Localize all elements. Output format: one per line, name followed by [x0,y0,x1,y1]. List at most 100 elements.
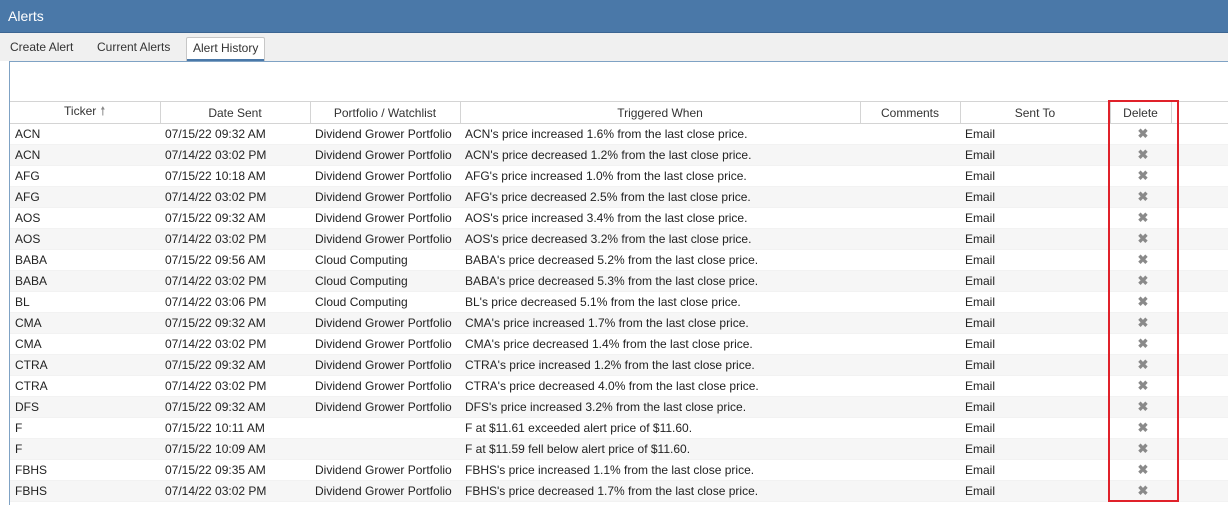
column-header-ticker[interactable]: Ticker 🠕 [10,101,161,124]
sent-to-cell: Email [960,207,1110,229]
close-icon[interactable]: ✖ [1138,441,1149,456]
delete-cell: ✖ [1110,312,1171,334]
table-row[interactable]: FBHS 07/14/22 03:02 PM Dividend Grower Por… [10,480,1228,502]
close-icon[interactable]: ✖ [1138,231,1149,246]
sent-to-cell: Email [960,165,1110,187]
ticker-cell: BABA [10,249,160,271]
date-sent-cell: 07/15/22 09:32 AM [160,207,310,229]
close-icon[interactable]: ✖ [1138,483,1149,498]
sent-to-cell: Email [960,333,1110,355]
table-row[interactable]: BL 07/14/22 03:06 PM Cloud Computing BL's p… [10,291,1228,313]
close-icon[interactable]: ✖ [1138,252,1149,267]
sent-to-cell: Email [960,228,1110,250]
arrow-up-icon: 🠕 [100,104,106,118]
table-row[interactable]: AOS 07/15/22 09:32 AM Dividend Grower Port… [10,207,1228,229]
comments-cell [860,417,960,439]
table-row[interactable]: AOS 07/14/22 03:02 PM Dividend Grower Port… [10,228,1228,250]
date-sent-cell: 07/14/22 03:02 PM [160,270,310,292]
delete-cell: ✖ [1110,396,1171,418]
comments-cell [860,333,960,355]
portfolio-cell [310,417,460,439]
close-icon[interactable]: ✖ [1138,357,1149,372]
table-row[interactable]: CMA 07/14/22 03:02 PM Dividend Grower Port… [10,333,1228,355]
close-icon[interactable]: ✖ [1138,294,1149,309]
column-header-sent-to[interactable]: Sent To [960,101,1111,124]
table-row[interactable]: F 07/15/22 10:11 AM F at $11.61 exceeded a… [10,417,1228,439]
close-icon[interactable]: ✖ [1138,420,1149,435]
portfolio-cell: Dividend Grower Portfolio [310,312,460,334]
close-icon[interactable]: ✖ [1138,168,1149,183]
close-icon[interactable]: ✖ [1138,336,1149,351]
tab-create-alert[interactable]: Create Alert [4,37,79,61]
date-sent-cell: 07/14/22 03:02 PM [160,480,310,502]
comments-cell [860,207,960,229]
portfolio-cell: Cloud Computing [310,270,460,292]
table-row[interactable]: AFG 07/15/22 10:18 AM Dividend Grower Port… [10,165,1228,187]
close-icon[interactable]: ✖ [1138,189,1149,204]
delete-cell: ✖ [1110,333,1171,355]
filler-cell [1171,354,1228,376]
sent-to-cell: Email [960,144,1110,166]
triggered-when-cell: FBHS's price increased 1.1% from the las… [460,459,860,481]
close-icon[interactable]: ✖ [1138,273,1149,288]
table-row[interactable]: FBHS 07/15/22 09:35 AM Dividend Grower Por… [10,459,1228,481]
sent-to-cell: Email [960,270,1110,292]
column-header-date-sent[interactable]: Date Sent [160,101,311,124]
close-icon[interactable]: ✖ [1138,399,1149,414]
delete-cell: ✖ [1110,459,1171,481]
sent-to-cell: Email [960,123,1110,145]
ticker-cell: ACN [10,123,160,145]
table-row[interactable]: F 07/15/22 10:09 AM F at $11.59 fell below… [10,438,1228,460]
close-icon[interactable]: ✖ [1138,378,1149,393]
comments-cell [860,459,960,481]
date-sent-cell: 07/15/22 09:35 AM [160,459,310,481]
table-row[interactable]: BABA 07/14/22 03:02 PM Cloud Computing BABA… [10,270,1228,292]
column-header-delete[interactable]: Delete [1110,101,1172,124]
tab-current-alerts[interactable]: Current Alerts [91,37,176,61]
triggered-when-cell: CMA's price increased 1.7% from the last… [460,312,860,334]
delete-cell: ✖ [1110,270,1171,292]
date-sent-cell: 07/15/22 10:11 AM [160,417,310,439]
delete-cell: ✖ [1110,207,1171,229]
sent-to-cell: Email [960,249,1110,271]
tab-alert-history[interactable]: Alert History [186,37,266,61]
date-sent-cell: 07/15/22 09:32 AM [160,354,310,376]
date-sent-cell: 07/15/22 09:32 AM [160,396,310,418]
table-row[interactable]: AFG 07/14/22 03:02 PM Dividend Grower Port… [10,186,1228,208]
portfolio-cell: Dividend Grower Portfolio [310,228,460,250]
sent-to-cell: Email [960,459,1110,481]
comments-cell [860,291,960,313]
date-sent-cell: 07/14/22 03:06 PM [160,291,310,313]
table-row[interactable]: CTRA 07/15/22 09:32 AM Dividend Grower Por… [10,354,1228,376]
triggered-when-cell: AFG's price decreased 2.5% from the last… [460,186,860,208]
filler-cell [1171,375,1228,397]
table-row[interactable]: DFS 07/15/22 09:32 AM Dividend Grower Port… [10,396,1228,418]
sent-to-cell: Email [960,375,1110,397]
date-sent-cell: 07/14/22 03:02 PM [160,144,310,166]
filler-cell [1171,186,1228,208]
table-row[interactable]: ACN 07/15/22 09:32 AM Dividend Grower Port… [10,123,1228,145]
comments-cell [860,123,960,145]
table-row[interactable]: ACN 07/14/22 03:02 PM Dividend Grower Port… [10,144,1228,166]
portfolio-cell: Dividend Grower Portfolio [310,480,460,502]
table-row[interactable]: CTRA 07/14/22 03:02 PM Dividend Grower Por… [10,375,1228,397]
ticker-cell: AOS [10,207,160,229]
portfolio-cell: Dividend Grower Portfolio [310,354,460,376]
close-icon[interactable]: ✖ [1138,315,1149,330]
portfolio-cell: Dividend Grower Portfolio [310,207,460,229]
date-sent-cell: 07/14/22 03:02 PM [160,375,310,397]
column-header-triggered-when[interactable]: Triggered When [460,101,861,124]
column-header-comments[interactable]: Comments [860,101,961,124]
date-sent-cell: 07/15/22 09:56 AM [160,249,310,271]
table-row[interactable]: CMA 07/15/22 09:32 AM Dividend Grower Port… [10,312,1228,334]
triggered-when-cell: CTRA's price increased 1.2% from the las… [460,354,860,376]
delete-cell: ✖ [1110,480,1171,502]
table-row[interactable]: BABA 07/15/22 09:56 AM Cloud Computing BABA… [10,249,1228,271]
close-icon[interactable]: ✖ [1138,147,1149,162]
column-header-portfolio[interactable]: Portfolio / Watchlist [310,101,461,124]
close-icon[interactable]: ✖ [1138,126,1149,141]
close-icon[interactable]: ✖ [1138,210,1149,225]
close-icon[interactable]: ✖ [1138,462,1149,477]
delete-cell: ✖ [1110,123,1171,145]
filler-cell [1171,165,1228,187]
